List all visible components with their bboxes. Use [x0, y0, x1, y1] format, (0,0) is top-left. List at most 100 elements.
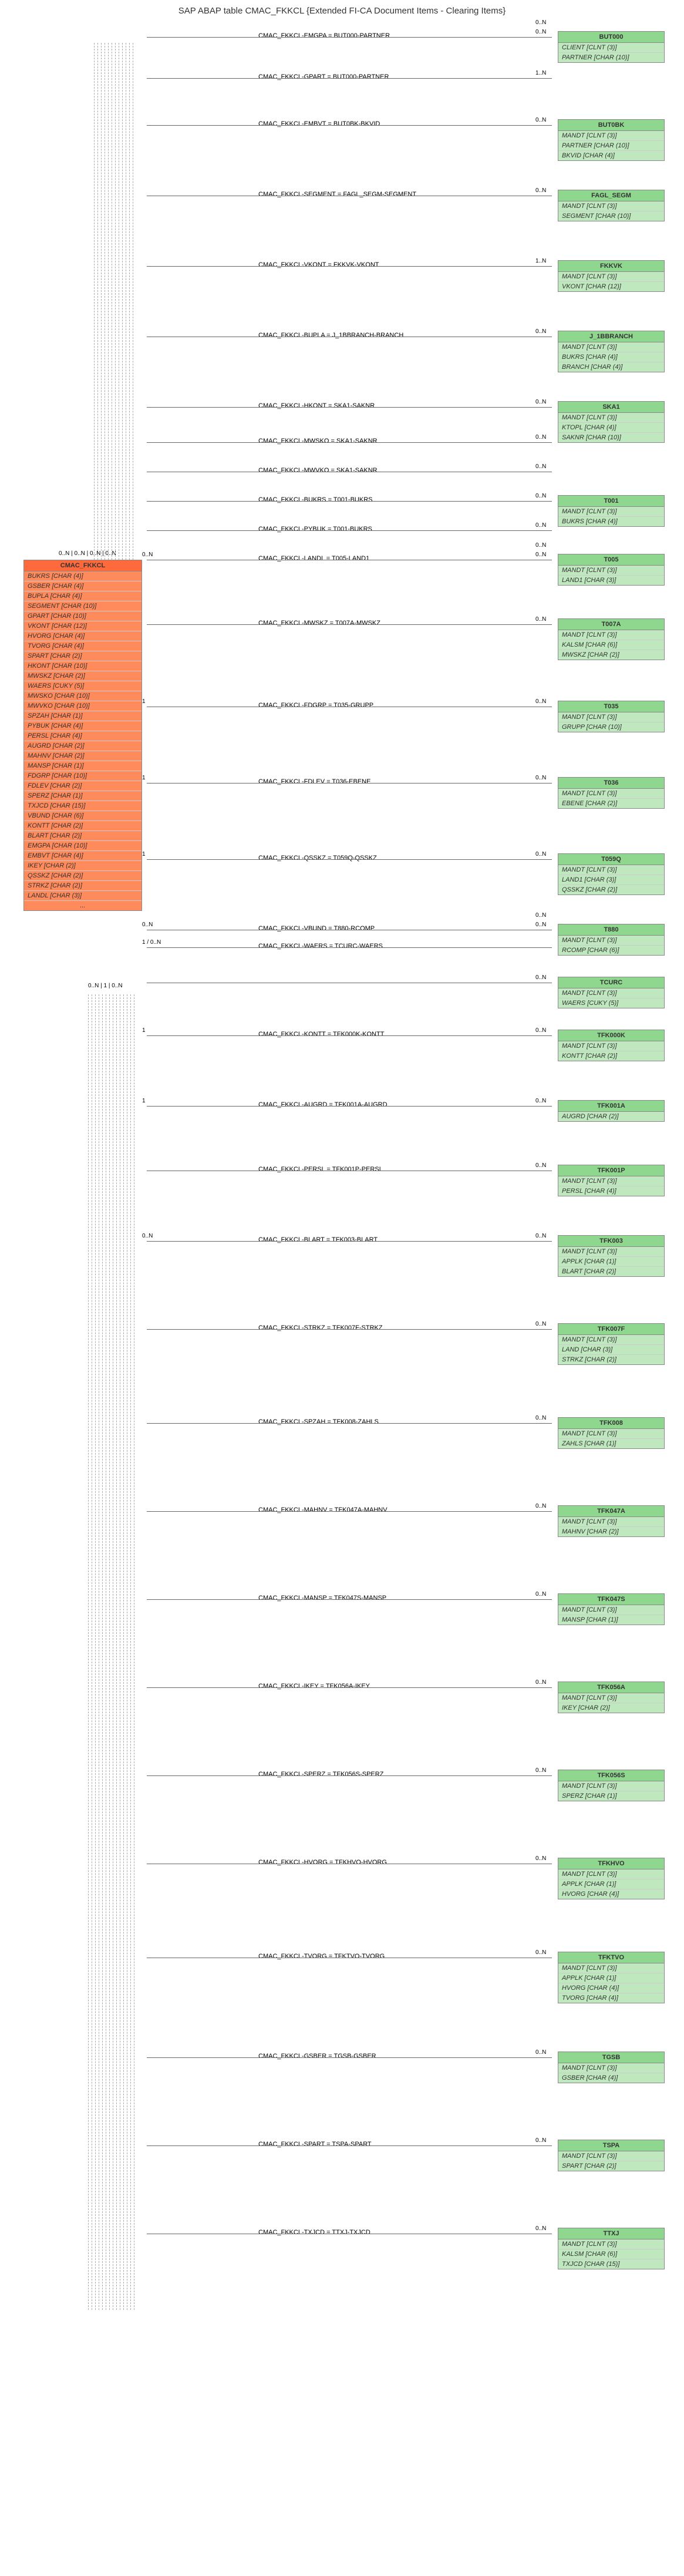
entity-field: AUGRD [CHAR (2)]	[24, 741, 141, 751]
entity-header: TFK001P	[558, 1165, 664, 1176]
entity-BUT000: BUT000CLIENT [CLNT (3)]PARTNER [CHAR (10…	[558, 31, 665, 63]
entity-field: MANDT [CLNT (3)]	[558, 1605, 664, 1615]
cardinality-source: 1	[142, 1098, 146, 1104]
entity-field: EMBVT [CHAR (4)]	[24, 851, 141, 861]
entity-field: MANSP [CHAR (1)]	[24, 761, 141, 771]
cardinality-source: 1	[142, 698, 146, 705]
cardinality-target: 0..N	[535, 1591, 546, 1598]
relation-label: CMAC_FKKCL-QSSKZ = T059Q-QSSKZ	[258, 855, 377, 862]
relation-label: CMAC_FKKCL-HKONT = SKA1-SAKNR	[258, 402, 375, 409]
entity-field: SPZAH [CHAR (1)]	[24, 711, 141, 721]
relation-edge	[147, 2145, 552, 2146]
entity-field: MANDT [CLNT (3)]	[558, 201, 664, 211]
entity-field: MANDT [CLNT (3)]	[558, 1693, 664, 1703]
relation-label: CMAC_FKKCL-AUGRD = TFK001A-AUGRD	[258, 1101, 388, 1108]
relation-edge	[147, 1775, 552, 1776]
relation-label: CMAC_FKKCL-PYBUK = T001-BUKRS	[258, 526, 372, 533]
cardinality-target: 0..N	[535, 1098, 546, 1104]
entity-T880: T880MANDT [CLNT (3)]RCOMP [CHAR (6)]	[558, 924, 665, 956]
entity-field: MANDT [CLNT (3)]	[558, 1176, 664, 1186]
cardinality-target: 0..N	[535, 399, 546, 405]
entity-TFK047A: TFK047AMANDT [CLNT (3)]MAHNV [CHAR (2)]	[558, 1505, 665, 1537]
entity-TGSB: TGSBMANDT [CLNT (3)]GSBER [CHAR (4)]	[558, 2052, 665, 2083]
cardinality-target: 0..N	[535, 1767, 546, 1774]
entity-field: HVORG [CHAR (4)]	[558, 1983, 664, 1993]
relation-label: CMAC_FKKCL-KONTT = TFK000K-KONTT	[258, 1031, 384, 1038]
entity-field: MANDT [CLNT (3)]	[558, 630, 664, 640]
cardinality-target-alt: 0..N	[535, 19, 546, 26]
entity-field: MANDT [CLNT (3)]	[558, 2151, 664, 2161]
entity-field: BLART [CHAR (2)]	[558, 1267, 664, 1276]
entity-field: BRANCH [CHAR (4)]	[558, 362, 664, 372]
relation-label: CMAC_FKKCL-WAERS = TCURC-WAERS	[258, 943, 383, 950]
entity-field: SPART [CHAR (2)]	[24, 651, 141, 661]
entity-TSPA: TSPAMANDT [CLNT (3)]SPART [CHAR (2)]	[558, 2140, 665, 2171]
entity-header: TTXJ	[558, 2228, 664, 2239]
entity-field: MANDT [CLNT (3)]	[558, 342, 664, 352]
entity-header: T036	[558, 778, 664, 789]
cardinality-target: 0..N	[535, 29, 546, 35]
relation-label: CMAC_FKKCL-BUKRS = T001-BUKRS	[258, 496, 373, 503]
entity-field: KTOPL [CHAR (4)]	[558, 423, 664, 433]
entity-field: SPERZ [CHAR (1)]	[24, 791, 141, 801]
entity-T059Q: T059QMANDT [CLNT (3)]LAND1 [CHAR (3)]QSS…	[558, 853, 665, 895]
relation-edge	[147, 501, 552, 502]
relation-label: CMAC_FKKCL-SPERZ = TFK056S-SPERZ	[258, 1771, 383, 1778]
entity-TFK047S: TFK047SMANDT [CLNT (3)]MANSP [CHAR (1)]	[558, 1593, 665, 1625]
entity-field: CLIENT [CLNT (3)]	[558, 43, 664, 53]
entity-header: TFKHVO	[558, 1858, 664, 1869]
entity-field: BUKRS [CHAR (4)]	[558, 517, 664, 526]
relation-label: CMAC_FKKCL-VKONT = FKKVK-VKONT	[258, 261, 379, 268]
entity-FAGL_SEGM: FAGL_SEGMMANDT [CLNT (3)]SEGMENT [CHAR (…	[558, 190, 665, 221]
entity-TFK001P: TFK001PMANDT [CLNT (3)]PERSL [CHAR (4)]	[558, 1165, 665, 1196]
cardinality-source: 1	[142, 1027, 146, 1034]
entity-field: STRKZ [CHAR (2)]	[558, 1355, 664, 1364]
relation-label: CMAC_FKKCL-GPART = BUT000-PARTNER	[258, 73, 389, 80]
entity-field: PYBUK [CHAR (4)]	[24, 721, 141, 731]
entity-field: HVORG [CHAR (4)]	[24, 631, 141, 641]
cardinality-target: 0..N	[535, 1321, 546, 1327]
relation-edge	[147, 125, 552, 126]
entity-field: VBUND [CHAR (6)]	[24, 811, 141, 821]
entity-field: MANDT [CLNT (3)]	[558, 1517, 664, 1527]
entity-header: TCURC	[558, 977, 664, 988]
cardinality-target: 0..N	[535, 1233, 546, 1239]
relation-label: CMAC_FKKCL-TVORG = TFKTVO-TVORG	[258, 1953, 385, 1960]
entity-FKKVK: FKKVKMANDT [CLNT (3)]VKONT [CHAR (12)]	[558, 260, 665, 292]
entity-field: IKEY [CHAR (2)]	[24, 861, 141, 871]
relation-edge	[147, 1106, 552, 1107]
relation-label: CMAC_FKKCL-SPART = TSPA-SPART	[258, 2141, 372, 2148]
relation-label: CMAC_FKKCL-LANDL = T005-LAND1	[258, 555, 369, 562]
cardinality-target-alt: 0..N	[535, 542, 546, 549]
entity-field: KONTT [CHAR (2)]	[558, 1051, 664, 1061]
entity-header: TSPA	[558, 2140, 664, 2151]
page-title: SAP ABAP table CMAC_FKKCL {Extended FI-C…	[6, 6, 678, 16]
er-diagram: CMAC_FKKCLBUKRS [CHAR (4)]GSBER [CHAR (4…	[6, 19, 678, 2568]
cardinality-target: 0..N	[535, 463, 546, 470]
cardinality-source: 0..N	[142, 551, 153, 558]
entity-TFK000K: TFK000KMANDT [CLNT (3)]KONTT [CHAR (2)]	[558, 1030, 665, 1061]
entity-CMAC_FKKCL: CMAC_FKKCLBUKRS [CHAR (4)]GSBER [CHAR (4…	[23, 560, 142, 911]
entity-field: PARTNER [CHAR (10)]	[558, 53, 664, 62]
entity-field: MANDT [CLNT (3)]	[558, 988, 664, 998]
entity-field: GRUPP [CHAR (10)]	[558, 722, 664, 732]
cardinality-source: 1	[142, 851, 146, 857]
entity-field: TXJCD [CHAR (15)]	[24, 801, 141, 811]
entity-field: PERSL [CHAR (4)]	[24, 731, 141, 741]
entity-field: MANDT [CLNT (3)]	[558, 936, 664, 946]
entity-header: T005	[558, 554, 664, 566]
entity-field: BUKRS [CHAR (4)]	[24, 571, 141, 581]
entity-header: TFK000K	[558, 1030, 664, 1041]
relation-label: CMAC_FKKCL-EMGPA = BUT000-PARTNER	[258, 32, 390, 39]
entity-T001: T001MANDT [CLNT (3)]BUKRS [CHAR (4)]	[558, 495, 665, 527]
entity-field: MANDT [CLNT (3)]	[558, 272, 664, 282]
entity-field: MANDT [CLNT (3)]	[558, 1247, 664, 1257]
entity-field: WAERS [CUKY (5)]	[558, 998, 664, 1008]
cardinality-target: 0..N	[535, 1162, 546, 1169]
relation-label: CMAC_FKKCL-SPZAH = TFK008-ZAHLS	[258, 1418, 379, 1425]
relation-edge	[147, 1035, 552, 1036]
entity-field: APPLK [CHAR (1)]	[558, 1973, 664, 1983]
entity-header: TFK047S	[558, 1594, 664, 1605]
relation-label: CMAC_FKKCL-BLART = TFK003-BLART	[258, 1236, 378, 1243]
entity-field: IKEY [CHAR (2)]	[558, 1703, 664, 1713]
